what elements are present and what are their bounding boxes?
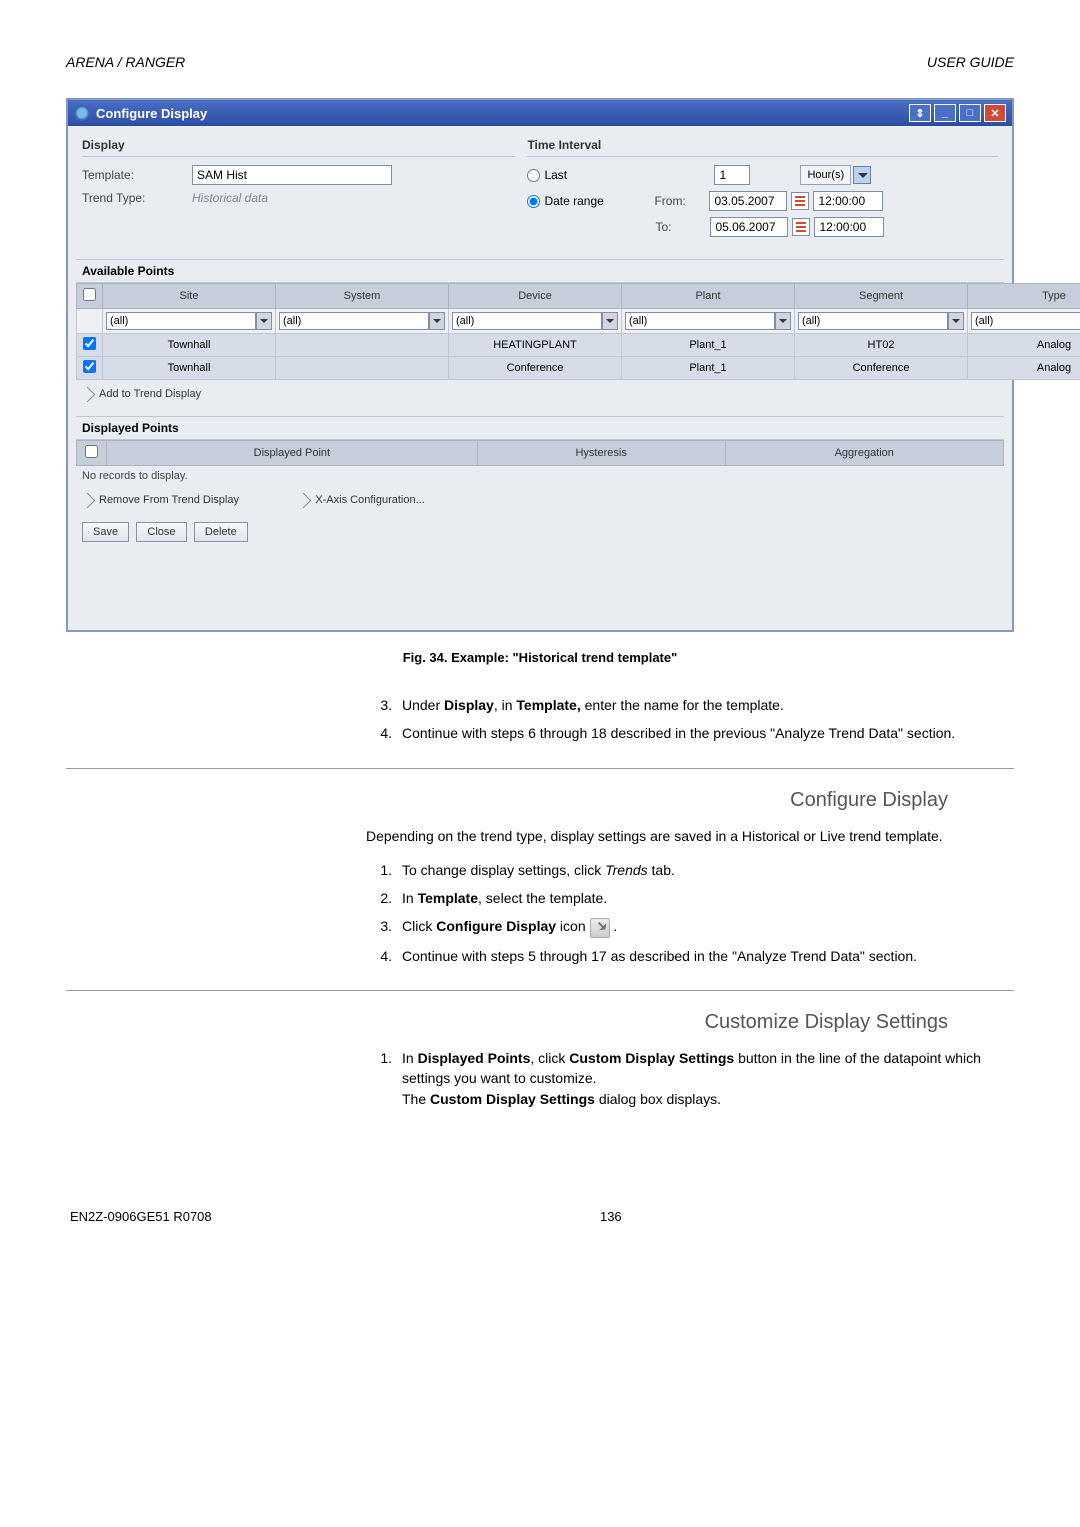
- filter-system[interactable]: [279, 312, 429, 330]
- trend-type-value: Historical data: [192, 191, 268, 205]
- filter-segment-dd[interactable]: [948, 312, 964, 330]
- filter-system-dd[interactable]: [429, 312, 445, 330]
- displayed-points-table: Displayed Point Hysteresis Aggregation: [76, 440, 1004, 466]
- filter-site-dd[interactable]: [256, 312, 272, 330]
- doc-header-left: ARENA / RANGER: [66, 54, 185, 70]
- date-range-radio[interactable]: [527, 195, 540, 208]
- displayed-select-all[interactable]: [85, 445, 98, 458]
- step-text: To change display settings, click Trends…: [402, 860, 1014, 880]
- maximize-button[interactable]: □: [959, 104, 981, 122]
- col-plant[interactable]: Plant: [622, 284, 795, 309]
- remove-from-trend-link[interactable]: Remove From Trend Display: [82, 494, 239, 506]
- step-num: 3.: [366, 695, 392, 715]
- col-system[interactable]: System: [276, 284, 449, 309]
- configure-display-icon: [590, 918, 610, 938]
- step-text: Continue with steps 6 through 18 describ…: [402, 723, 1014, 743]
- titlebar: Configure Display ⇕ _ □ ✕: [68, 100, 1012, 126]
- close-button-dialog[interactable]: Close: [136, 522, 186, 542]
- row-checkbox[interactable]: [83, 337, 96, 350]
- ie-icon: [74, 105, 90, 121]
- filter-plant[interactable]: [625, 312, 775, 330]
- col-hysteresis[interactable]: Hysteresis: [477, 441, 725, 466]
- col-type[interactable]: Type: [968, 284, 1080, 309]
- customize-display-heading: Customize Display Settings: [66, 1011, 948, 1034]
- step-text: In Template, select the template.: [402, 888, 1014, 908]
- filter-plant-dd[interactable]: [775, 312, 791, 330]
- col-displayed-point[interactable]: Displayed Point: [107, 441, 478, 466]
- filter-segment[interactable]: [798, 312, 948, 330]
- step-num: 4.: [366, 946, 392, 966]
- step-num: 2.: [366, 888, 392, 908]
- col-segment[interactable]: Segment: [795, 284, 968, 309]
- last-value-input[interactable]: [714, 165, 750, 185]
- available-points-table: Site System Device Plant Segment Type Di…: [76, 283, 1080, 380]
- figure-caption: Fig. 34. Example: "Historical trend temp…: [66, 650, 1014, 665]
- step-text: Under Display, in Template, enter the na…: [402, 695, 1014, 715]
- configure-display-window: Configure Display ⇕ _ □ ✕ Display Templa…: [66, 98, 1014, 632]
- footer-center: 136: [600, 1209, 622, 1224]
- template-label: Template:: [82, 168, 192, 182]
- step-text: In Displayed Points, click Custom Displa…: [402, 1048, 1014, 1109]
- available-points-header: Available Points: [76, 259, 1004, 283]
- step-num: 1.: [366, 1048, 392, 1109]
- select-all-checkbox[interactable]: [83, 288, 96, 301]
- last-radio[interactable]: [527, 169, 540, 182]
- to-label: To:: [655, 220, 710, 234]
- close-button[interactable]: ✕: [984, 104, 1006, 122]
- from-date-input[interactable]: [709, 191, 787, 211]
- displayed-points-header: Displayed Points: [76, 416, 1004, 440]
- to-time-input[interactable]: [814, 217, 884, 237]
- trend-type-label: Trend Type:: [82, 191, 192, 205]
- filter-type[interactable]: [971, 312, 1080, 330]
- window-title: Configure Display: [96, 106, 207, 121]
- step-num: 4.: [366, 723, 392, 743]
- filter-device[interactable]: [452, 312, 602, 330]
- table-row[interactable]: Townhall HEATINGPLANTPlant_1 HT02Analog …: [77, 334, 1080, 357]
- to-calendar-icon[interactable]: [792, 218, 810, 236]
- step-text: Continue with steps 5 through 17 as desc…: [402, 946, 1014, 966]
- time-interval-label: Time Interval: [527, 138, 601, 152]
- col-device[interactable]: Device: [449, 284, 622, 309]
- no-records-text: No records to display.: [76, 466, 1004, 486]
- step-num: 1.: [366, 860, 392, 880]
- col-aggregation[interactable]: Aggregation: [725, 441, 1003, 466]
- cfg-para: Depending on the trend type, display set…: [366, 826, 1014, 846]
- last-label: Last: [544, 168, 654, 182]
- minimize-button[interactable]: _: [934, 104, 956, 122]
- date-range-label: Date range: [544, 194, 654, 208]
- step-text: Click Configure Display icon .: [402, 916, 1014, 937]
- col-site[interactable]: Site: [103, 284, 276, 309]
- row-checkbox[interactable]: [83, 360, 96, 373]
- filter-site[interactable]: [106, 312, 256, 330]
- xaxis-config-link[interactable]: X-Axis Configuration...: [298, 494, 424, 506]
- restore-button[interactable]: ⇕: [909, 104, 931, 122]
- from-calendar-icon[interactable]: [791, 192, 809, 210]
- unit-label: Hour(s): [800, 165, 851, 185]
- footer-left: EN2Z-0906GE51 R0708: [70, 1209, 212, 1224]
- from-time-input[interactable]: [813, 191, 883, 211]
- to-date-input[interactable]: [710, 217, 788, 237]
- doc-header-right: USER GUIDE: [927, 54, 1014, 70]
- unit-dropdown[interactable]: [853, 166, 871, 184]
- filter-device-dd[interactable]: [602, 312, 618, 330]
- configure-display-heading: Configure Display: [66, 789, 948, 812]
- from-label: From:: [654, 194, 709, 208]
- template-input[interactable]: [192, 165, 392, 185]
- add-to-trend-link[interactable]: Add to Trend Display: [82, 388, 201, 400]
- delete-button[interactable]: Delete: [194, 522, 248, 542]
- display-section-label: Display: [82, 138, 125, 152]
- table-row[interactable]: Townhall ConferencePlant_1 ConferenceAna…: [77, 357, 1080, 380]
- step-num: 3.: [366, 916, 392, 937]
- save-button[interactable]: Save: [82, 522, 129, 542]
